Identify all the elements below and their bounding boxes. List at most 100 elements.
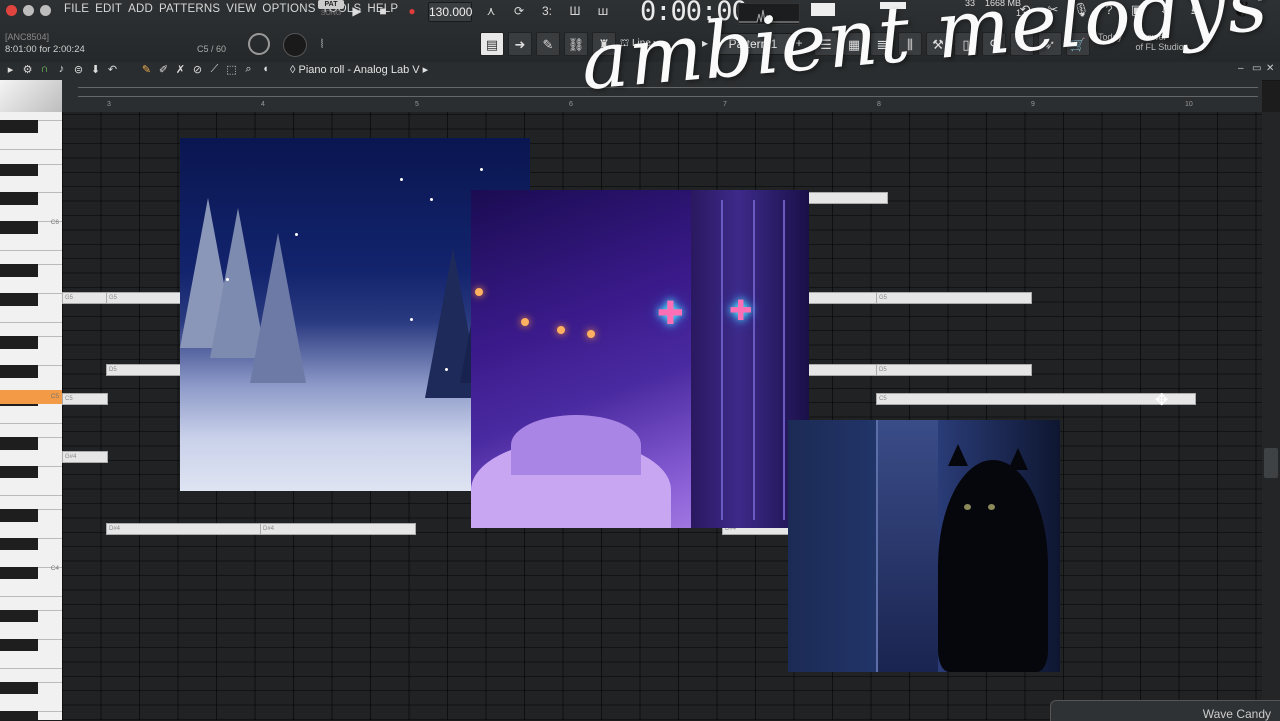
magnet-icon[interactable]: ∩ [38,63,51,76]
black-key[interactable] [0,293,38,306]
wait-record-icon[interactable]: ⟳ [508,2,530,20]
note[interactable] [808,292,878,304]
pat-song-toggle[interactable]: PAT SONG [318,0,344,20]
plugin-id-text: [ANC8504] [5,32,50,42]
time-info-text: 8:01:00 for 2:00:24 [5,44,85,55]
undo-icon[interactable]: ↶ [106,63,119,76]
black-key[interactable] [0,264,38,277]
options-arrow-icon[interactable]: ▸ [4,63,17,76]
paint-tool-icon[interactable]: ✐ [157,63,170,76]
menu-add[interactable]: ADD [128,3,153,15]
street-lamp [587,330,595,338]
brush-tool-button[interactable]: ✎ [536,32,560,56]
maximize-window-button[interactable] [40,5,51,16]
countdown-icon[interactable]: 3: [536,2,558,20]
black-key[interactable] [0,566,38,580]
black-key[interactable] [0,192,38,205]
black-key[interactable] [0,509,38,522]
snow-pile [511,415,641,475]
record-button[interactable]: ● [402,2,422,20]
record-filter-icon[interactable]: ⊜ [72,63,85,76]
tempo-display[interactable]: 130.000 [428,2,472,22]
pharmacy-cross-sign: ✚ [729,295,753,326]
mute-tool-icon[interactable]: ⊘ [191,63,204,76]
menu-options[interactable]: OPTIONS [262,3,315,15]
note[interactable] [808,192,888,204]
cat-ear [948,444,968,466]
black-key[interactable] [0,466,38,479]
black-key[interactable] [0,610,38,623]
wrench-icon[interactable]: ⚙ [21,63,34,76]
vertical-scrollbar[interactable] [1262,112,1280,720]
note[interactable]: C5 [62,393,108,405]
song-label: SONG [320,10,342,17]
stop-button[interactable]: ■ [374,2,392,20]
note[interactable]: G5 [876,292,1032,304]
note[interactable]: D#4 [260,523,416,535]
pitch-slider-icon[interactable]: ⦚ [316,35,328,53]
note[interactable]: D#4 [106,523,262,535]
note[interactable] [808,364,878,376]
play-button[interactable]: ▶ [348,2,366,20]
note-icon[interactable]: ♪ [55,63,68,76]
menu-file[interactable]: FILE [64,3,89,15]
black-key[interactable] [0,163,38,176]
minimize-window-button[interactable] [23,5,34,16]
piano-roll-title-bar[interactable]: ◊ Piano roll - Analog Lab V ▸ [290,63,428,76]
black-key[interactable] [0,538,38,551]
black-key[interactable] [0,710,38,720]
metronome-icon[interactable]: ⋏ [480,2,502,20]
close-window-button[interactable] [6,5,17,16]
black-key[interactable] [0,336,38,349]
snowflake [445,368,448,371]
zoom-tool-icon[interactable]: ⌕ [242,63,255,76]
menu-view[interactable]: VIEW [226,3,256,15]
snowflake [295,233,298,236]
pat-label: PAT [318,0,344,9]
black-key[interactable] [0,437,38,450]
menu-patterns[interactable]: PATTERNS [159,3,220,15]
ruler-number: 4 [261,101,265,108]
scrollbar-thumb[interactable] [1264,448,1278,478]
minimize-panel-icon[interactable]: – [1238,63,1244,74]
street-lamp [475,288,483,296]
voices-text: C5 / 60 [197,44,227,54]
street-lamp [557,326,565,334]
ruler-number: 3 [107,101,111,108]
note[interactable]: G5 [62,292,108,304]
note[interactable]: G#4 [62,451,108,463]
black-key[interactable] [0,682,38,695]
delete-tool-icon[interactable]: ✗ [174,63,187,76]
snowflake [480,168,483,171]
note[interactable]: D5 [876,364,1032,376]
black-key[interactable] [0,221,38,234]
black-key[interactable] [0,365,38,378]
ruler-number: 8 [877,101,881,108]
snowflake [226,278,229,281]
note[interactable]: C5 [876,393,1196,405]
white-key-divider [0,149,62,151]
pencil-tool-icon[interactable]: ✎ [140,63,153,76]
street-lamp [521,318,529,326]
slice-tool-icon[interactable]: ⟋ [208,63,221,76]
master-volume-knob[interactable] [248,33,270,55]
wave-candy-panel[interactable]: Wave Candy [1050,700,1280,721]
arrow-snap-button[interactable]: ➜ [508,32,532,56]
menu-edit[interactable]: EDIT [95,3,122,15]
ruler-number: 6 [569,101,573,108]
black-key[interactable] [0,120,38,133]
note[interactable]: G5 [106,292,182,304]
ruler-number: 10 [1185,101,1193,108]
black-key[interactable] [0,638,38,652]
piano-roll-button[interactable]: ▤ [480,32,504,56]
master-pitch-knob[interactable] [283,33,307,57]
playback-tool-icon[interactable]: ◖ [259,63,272,76]
piano-keyboard[interactable]: C6 C5 C4 [0,112,62,720]
note[interactable]: D5 [106,364,182,376]
slide-icon[interactable]: ⬇ [89,63,102,76]
close-panel-icon[interactable]: ✕ [1266,63,1274,74]
select-tool-icon[interactable]: ⬚ [225,63,238,76]
ruler-number: 7 [723,101,727,108]
snowflake [400,178,403,181]
maximize-panel-icon[interactable]: ▭ [1252,63,1261,74]
